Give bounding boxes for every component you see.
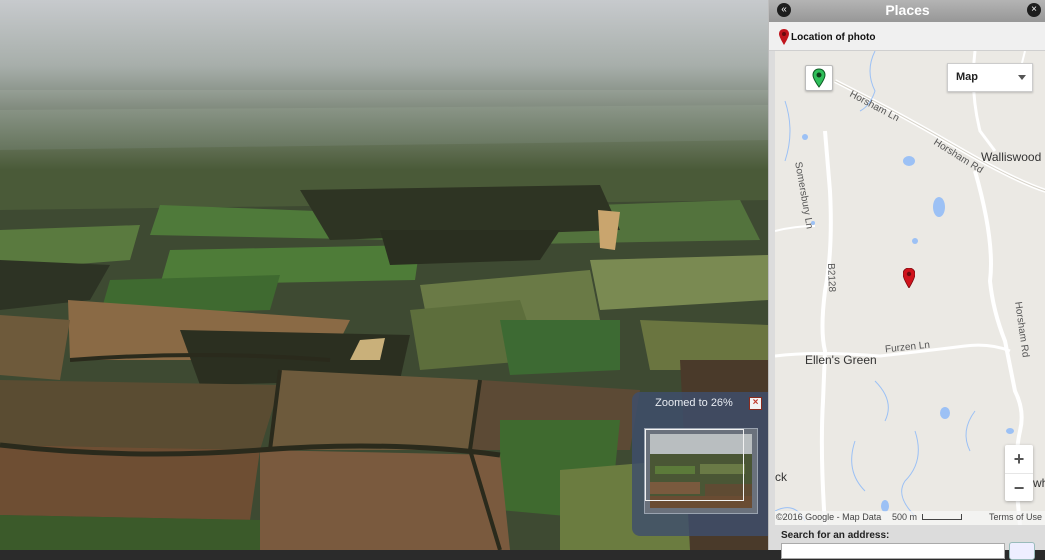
- close-icon[interactable]: ×: [749, 397, 762, 410]
- zoom-label: Zoomed to: [655, 397, 708, 409]
- search-label: Search for an address:: [781, 530, 890, 541]
- places-panel: « Places × Location of photo Horsham Ln …: [768, 0, 1045, 560]
- pegman-pin-icon: [812, 68, 826, 88]
- map-type-value: Map: [956, 71, 978, 83]
- map-type-select[interactable]: Map: [947, 63, 1033, 92]
- places-header: « Places ×: [769, 0, 1045, 22]
- close-icon[interactable]: ×: [1027, 3, 1041, 17]
- zoom-out-button[interactable]: −: [1005, 473, 1033, 502]
- location-header: Location of photo: [769, 22, 1045, 51]
- chevron-down-icon: [1018, 75, 1026, 80]
- map-scale-label: 500 m: [892, 512, 918, 522]
- map-view[interactable]: Horsham Ln Horsham Rd Somersbury Ln B212…: [775, 51, 1045, 525]
- place-label: Walliswood: [981, 150, 1042, 164]
- panel-title: Places: [885, 2, 930, 18]
- zoom-status: Zoomed to 26%: [632, 397, 756, 409]
- scale-bar: [922, 514, 962, 520]
- location-label: Location of photo: [791, 32, 876, 43]
- map-attribution: ©2016 Google - Map Data: [776, 512, 882, 522]
- road-label: B2128: [825, 263, 838, 293]
- search-icon[interactable]: [1009, 542, 1035, 560]
- address-search-input[interactable]: [781, 543, 1005, 559]
- place-label: wh: [1033, 476, 1045, 490]
- place-label: ck: [775, 470, 787, 484]
- map-zoom-control: + −: [1005, 445, 1033, 501]
- map-pin-icon[interactable]: [903, 268, 915, 288]
- map-pin-icon: [779, 29, 789, 45]
- zoom-overlay: Zoomed to 26% ×: [632, 392, 768, 536]
- terms-link[interactable]: Terms of Use: [989, 512, 1042, 522]
- photo-viewer[interactable]: Zoomed to 26% ×: [0, 0, 768, 550]
- map-footer: ©2016 Google - Map Data 500 m Terms of U…: [775, 511, 1045, 525]
- zoom-value: 26%: [710, 397, 733, 409]
- zoom-in-button[interactable]: +: [1005, 445, 1033, 473]
- zoom-navigator[interactable]: [644, 428, 758, 514]
- viewport-rectangle[interactable]: [645, 429, 744, 501]
- street-view-button[interactable]: [805, 65, 833, 91]
- place-label: Ellen's Green: [805, 353, 877, 367]
